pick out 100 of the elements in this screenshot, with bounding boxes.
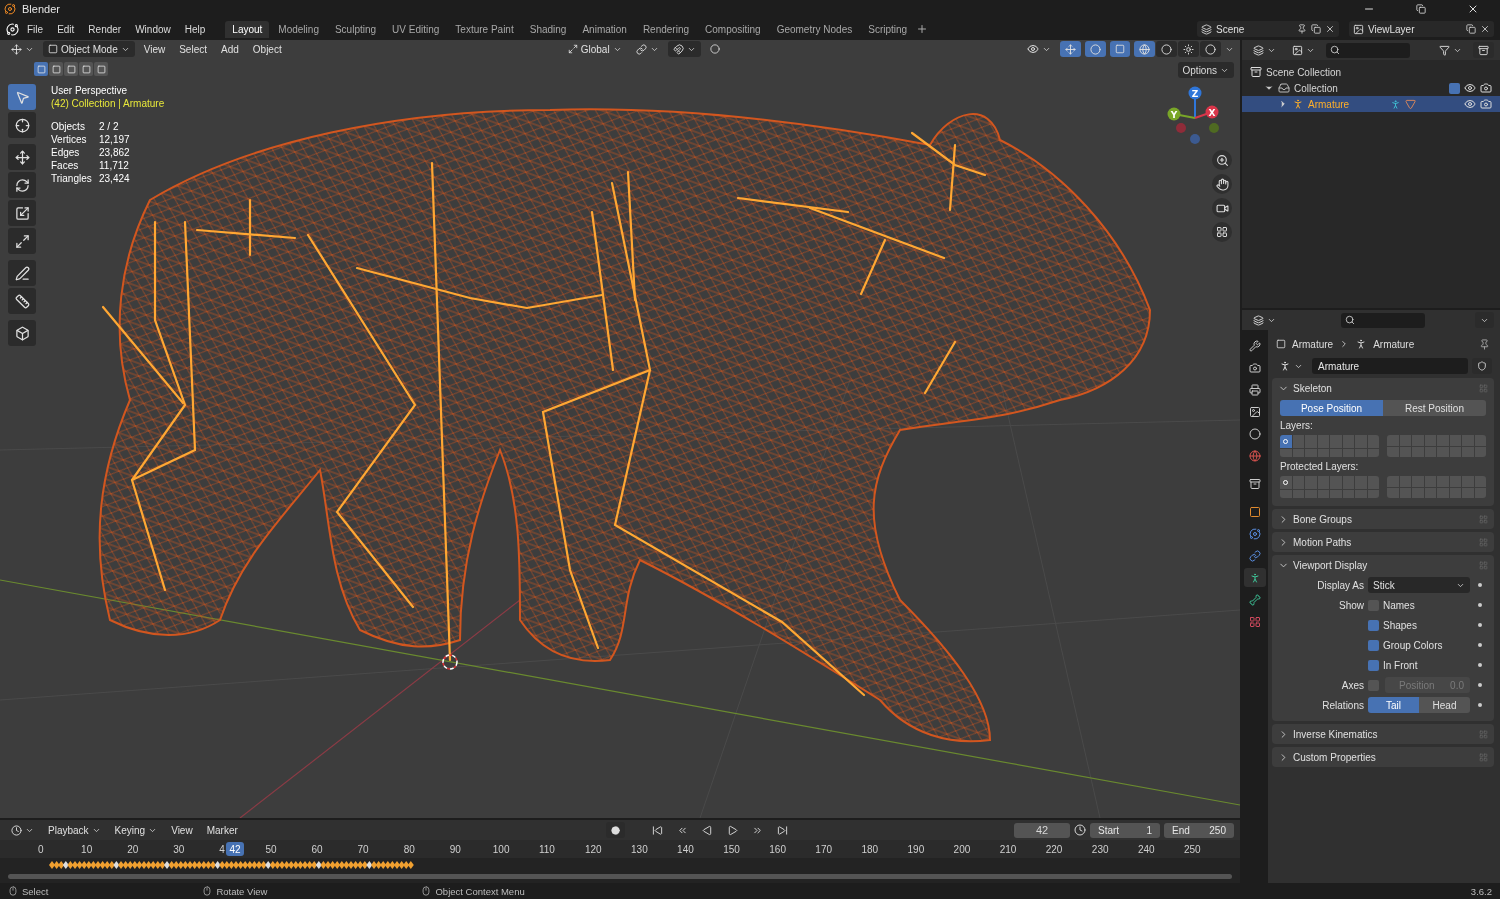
options-dropdown[interactable]: Options — [1177, 62, 1234, 78]
frame-number: 10 — [81, 844, 93, 855]
scene-selector[interactable]: Scene — [1197, 21, 1339, 37]
menu-item[interactable]: Object — [247, 41, 287, 57]
axis-label: Z — [1191, 88, 1199, 99]
field-label: Start — [1098, 824, 1120, 836]
position-toggle[interactable]: Pose Position — [1280, 400, 1383, 416]
workspace-tab[interactable]: Compositing — [698, 20, 768, 38]
stat-label: Faces — [51, 160, 80, 171]
panel-title[interactable]: Viewport Display — [1293, 559, 1475, 571]
stat-value: 23,424 — [99, 173, 131, 184]
stat-value: 12,197 — [99, 134, 131, 145]
field-value: 250 — [1209, 824, 1226, 836]
stat-value: 2 / 2 — [99, 121, 120, 132]
workspace-tab[interactable]: Texture Paint — [448, 20, 521, 38]
menu-item[interactable]: Help — [178, 21, 212, 37]
menu-item[interactable]: Marker — [201, 822, 243, 838]
checkbox-option[interactable]: Shapes — [1368, 619, 1470, 631]
view-layer-selector[interactable]: ViewLayer — [1349, 21, 1494, 37]
frame-number: 60 — [311, 844, 323, 855]
frame-number: 100 — [492, 844, 510, 855]
panel-title[interactable]: Custom Properties — [1293, 751, 1475, 763]
menu-item[interactable]: File — [21, 21, 50, 37]
field-label: Display As — [1316, 579, 1364, 591]
menu-item[interactable]: Playback — [43, 822, 106, 838]
stat-label: Vertices — [51, 134, 88, 145]
menu-item[interactable]: Edit — [51, 21, 81, 37]
field-label: Relations — [1321, 699, 1364, 711]
frame-number: 0 — [38, 844, 44, 855]
stat-label: Edges — [51, 147, 81, 158]
frame-number: 70 — [357, 844, 369, 855]
version-label: 3.6.2 — [1470, 885, 1492, 897]
frame-number: 230 — [1091, 844, 1109, 855]
workspace-tab[interactable]: Shading — [522, 20, 574, 38]
workspace-tab[interactable]: Geometry Nodes — [769, 20, 860, 38]
menu-item[interactable]: Window — [129, 21, 177, 37]
menu-item[interactable]: View — [138, 41, 171, 57]
display-as-dropdown[interactable]: Stick — [1368, 577, 1470, 593]
frame-number: 20 — [127, 844, 139, 855]
panel-title[interactable]: Bone Groups — [1293, 513, 1475, 525]
frame-number: 180 — [861, 844, 879, 855]
menu-item[interactable]: Select — [174, 41, 212, 57]
frame-number: 240 — [1137, 844, 1155, 855]
menu-item[interactable]: Render — [82, 21, 128, 37]
frame-number: 200 — [953, 844, 971, 855]
field-label: Show — [1338, 599, 1364, 611]
mode-dropdown[interactable]: Object Mode — [43, 41, 135, 57]
status-hint: Select — [22, 885, 49, 897]
frame-number: 50 — [265, 844, 277, 855]
workspace-tab[interactable]: Scripting — [861, 20, 915, 38]
view-name: User Perspective — [51, 85, 129, 96]
stat-label: Triangles — [51, 173, 93, 184]
status-hint: Object Context Menu — [435, 885, 525, 897]
axis-label: X — [1208, 107, 1216, 118]
checkbox-option[interactable]: Names — [1368, 599, 1470, 611]
checkbox-option[interactable]: Group Colors — [1368, 639, 1470, 651]
frame-number: 250 — [1184, 844, 1201, 855]
breadcrumb-item[interactable]: Armature — [1373, 338, 1415, 350]
frame-number: 190 — [907, 844, 925, 855]
relation-toggle[interactable]: Tail — [1368, 697, 1419, 713]
stat-label: Objects — [51, 121, 86, 132]
panel-title[interactable]: Skeleton — [1293, 382, 1475, 394]
workspace-tab[interactable]: Animation — [575, 20, 634, 38]
frame-number: 110 — [538, 844, 555, 855]
workspace-tab[interactable]: UV Editing — [385, 20, 447, 38]
frame-number: 170 — [815, 844, 833, 855]
current-frame-field[interactable]: 42 — [1014, 822, 1070, 838]
menu-item[interactable]: View — [166, 822, 198, 838]
stat-value: 11,712 — [99, 160, 130, 171]
frame-number: 220 — [1045, 844, 1063, 855]
workspace-tab[interactable]: Modeling — [271, 20, 326, 38]
end-frame-field[interactable]: End 250 — [1164, 822, 1234, 838]
field-label: Axes — [1340, 679, 1364, 691]
workspace-tab[interactable]: Layout — [225, 20, 270, 38]
outliner-row[interactable]: Collection — [1242, 80, 1500, 96]
position-toggle[interactable]: Rest Position — [1383, 400, 1486, 416]
menu-item[interactable]: Keying — [109, 822, 163, 838]
frame-number: 150 — [723, 844, 740, 855]
current-frame-marker[interactable]: 42 — [226, 842, 244, 856]
orientation-dropdown[interactable]: Global — [562, 41, 627, 57]
workspace-tab[interactable]: Sculpting — [327, 20, 384, 38]
outliner-label: Armature — [1308, 98, 1351, 110]
outliner-row[interactable]: Armature — [1242, 96, 1500, 112]
field-label: End — [1172, 824, 1190, 836]
panel-title[interactable]: Inverse Kinematics — [1293, 728, 1475, 740]
workspace-tab[interactable]: Rendering — [635, 20, 697, 38]
menu-item[interactable]: Add — [216, 41, 244, 57]
breadcrumb-item[interactable]: Armature — [1292, 338, 1334, 350]
checkbox-option[interactable]: In Front — [1368, 659, 1470, 671]
axis-label: Y — [1170, 109, 1178, 120]
frame-number: 80 — [403, 844, 415, 855]
relation-toggle[interactable]: Head — [1419, 697, 1470, 713]
view-layer-name: ViewLayer — [1368, 23, 1416, 35]
status-hint: Rotate View — [216, 885, 268, 897]
frame-number: 120 — [584, 844, 602, 855]
outliner-row[interactable]: Scene Collection — [1242, 64, 1500, 80]
frame-number: 210 — [999, 844, 1017, 855]
datablock-name-field[interactable]: Armature — [1312, 358, 1468, 374]
start-frame-field[interactable]: Start 1 — [1090, 822, 1160, 838]
panel-title[interactable]: Motion Paths — [1293, 536, 1475, 548]
